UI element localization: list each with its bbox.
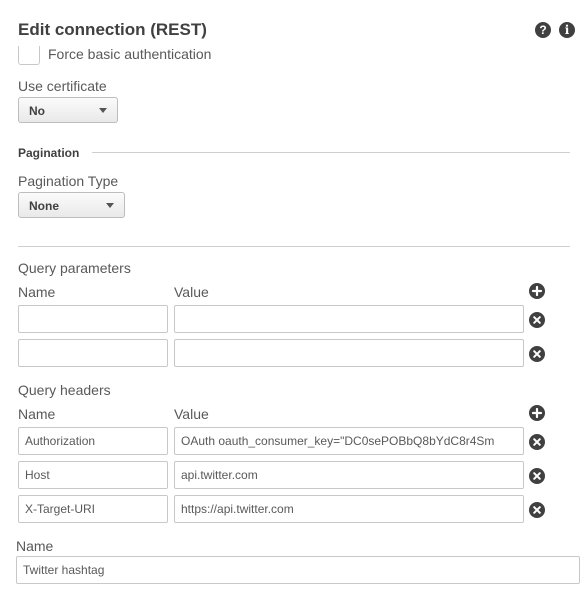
pagination-type-value: None bbox=[29, 199, 59, 213]
force-basic-auth-checkbox[interactable] bbox=[18, 46, 40, 65]
dialog-title: Edit connection (REST) bbox=[18, 20, 207, 39]
use-certificate-value: No bbox=[29, 104, 45, 118]
add-icon[interactable] bbox=[529, 283, 545, 299]
query-parameters-title: Query parameters bbox=[18, 260, 131, 276]
help-icon[interactable]: ? bbox=[535, 22, 551, 38]
query-parameters-name-header: Name bbox=[18, 284, 56, 300]
query-parameter-name-input[interactable] bbox=[18, 339, 168, 367]
query-header-value-input[interactable]: OAuth oauth_consumer_key="DC0sePOBbQ8bYd… bbox=[174, 427, 524, 455]
query-header-value-input[interactable]: https://api.twitter.com bbox=[174, 495, 524, 523]
query-parameter-value-input[interactable] bbox=[174, 339, 524, 367]
query-headers-name-header: Name bbox=[18, 406, 56, 422]
query-parameter-value-input[interactable] bbox=[174, 305, 524, 333]
connection-name-input[interactable]: Twitter hashtag bbox=[16, 556, 580, 584]
force-basic-auth-label: Force basic authentication bbox=[48, 46, 212, 62]
add-icon[interactable] bbox=[529, 405, 545, 421]
pagination-divider bbox=[92, 152, 570, 153]
query-headers-title: Query headers bbox=[18, 382, 111, 398]
query-headers-value-header: Value bbox=[174, 406, 209, 422]
query-parameter-name-input[interactable] bbox=[18, 305, 168, 333]
remove-icon[interactable] bbox=[529, 468, 545, 484]
connection-name-label: Name bbox=[16, 538, 54, 554]
query-parameters-value-header: Value bbox=[174, 284, 209, 300]
info-icon[interactable]: i bbox=[559, 22, 575, 38]
section-divider bbox=[18, 246, 570, 247]
pagination-type-label: Pagination Type bbox=[18, 173, 119, 189]
remove-icon[interactable] bbox=[529, 434, 545, 450]
remove-icon[interactable] bbox=[529, 346, 545, 362]
remove-icon[interactable] bbox=[529, 312, 545, 328]
pagination-type-dropdown[interactable]: None bbox=[18, 192, 125, 218]
pagination-section-title: Pagination bbox=[18, 146, 80, 160]
use-certificate-label: Use certificate bbox=[18, 78, 107, 94]
remove-icon[interactable] bbox=[529, 502, 545, 518]
chevron-down-icon bbox=[99, 108, 107, 113]
query-header-name-input[interactable]: Host bbox=[18, 461, 168, 489]
chevron-down-icon bbox=[106, 203, 114, 208]
query-header-name-input[interactable]: X-Target-URI bbox=[18, 495, 168, 523]
query-header-name-input[interactable]: Authorization bbox=[18, 427, 168, 455]
use-certificate-dropdown[interactable]: No bbox=[18, 97, 118, 123]
query-header-value-input[interactable]: api.twitter.com bbox=[174, 461, 524, 489]
